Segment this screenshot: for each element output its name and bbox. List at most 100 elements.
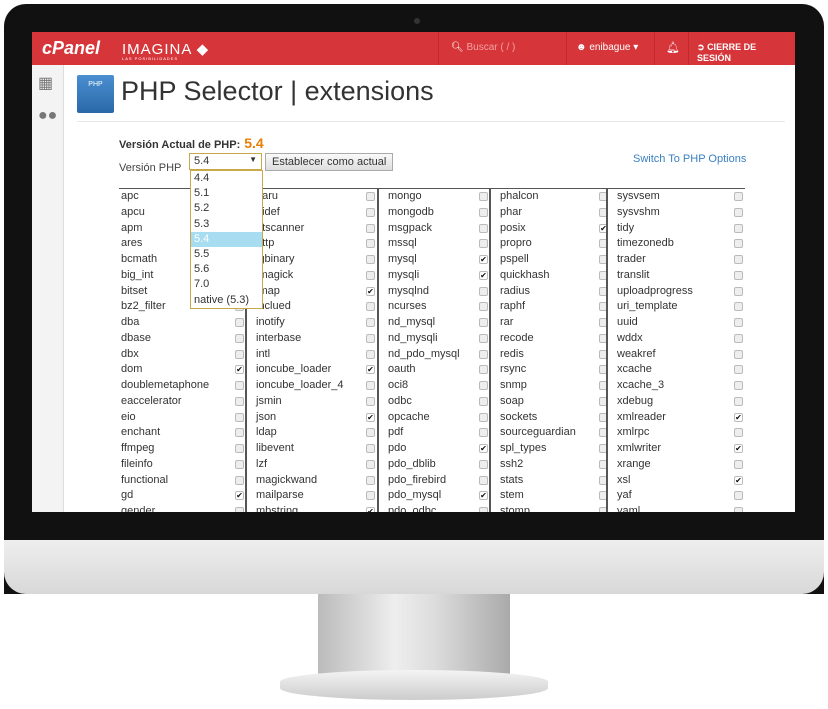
extension-checkbox[interactable] xyxy=(366,444,375,453)
extension-checkbox[interactable] xyxy=(366,396,375,406)
extension-checkbox[interactable] xyxy=(235,444,244,453)
extension-checkbox[interactable] xyxy=(479,207,488,217)
switch-to-php-options-link[interactable]: Switch To PHP Options xyxy=(633,153,746,165)
extension-checkbox[interactable] xyxy=(479,475,488,485)
extension-name: mailparse xyxy=(256,489,304,502)
version-option[interactable]: 4.4 xyxy=(191,171,262,186)
extension-checkbox[interactable] xyxy=(734,349,743,359)
extension-checkbox[interactable] xyxy=(366,255,375,264)
version-option[interactable]: 5.4 xyxy=(191,231,262,247)
extension-checkbox[interactable] xyxy=(479,396,488,406)
extension-checkbox[interactable] xyxy=(734,396,743,406)
notifications-bell-icon[interactable]: 🔔︎ xyxy=(654,32,688,65)
version-option[interactable]: 5.3 xyxy=(191,217,262,232)
extension-checkbox[interactable]: ✔ xyxy=(366,412,375,422)
extension-checkbox[interactable] xyxy=(235,333,244,343)
extension-checkbox[interactable] xyxy=(479,428,488,438)
logout-button[interactable]: ➲ CIERRE DE SESIÓN xyxy=(688,32,795,65)
extension-checkbox[interactable] xyxy=(235,475,244,485)
extension-checkbox[interactable] xyxy=(479,192,488,201)
extension-checkbox[interactable] xyxy=(479,412,488,422)
set-current-button[interactable]: Establecer como actual xyxy=(265,153,394,171)
extension-checkbox[interactable] xyxy=(235,381,244,390)
extension-checkbox[interactable]: ✔ xyxy=(479,491,488,501)
extension-checkbox[interactable]: ✔ xyxy=(235,491,244,501)
extension-checkbox[interactable]: ✔ xyxy=(734,444,743,453)
extension-checkbox[interactable]: ✔ xyxy=(235,365,244,375)
extension-checkbox[interactable] xyxy=(734,239,743,249)
version-option[interactable]: 5.6 xyxy=(191,262,262,277)
extension-checkbox[interactable] xyxy=(479,381,488,390)
extension-checkbox[interactable]: ✔ xyxy=(734,412,743,422)
extension-checkbox[interactable] xyxy=(479,286,488,296)
extension-row: pdo_dblib xyxy=(379,457,489,473)
extension-checkbox[interactable] xyxy=(479,333,488,343)
extension-checkbox[interactable] xyxy=(479,239,488,249)
extension-checkbox[interactable]: ✔ xyxy=(366,365,375,375)
extension-checkbox[interactable] xyxy=(235,428,244,438)
cpanel-logo[interactable]: cPanel xyxy=(42,38,100,59)
version-option[interactable]: 7.0 xyxy=(191,277,262,292)
extension-checkbox[interactable] xyxy=(734,491,743,501)
extension-checkbox[interactable] xyxy=(479,507,488,512)
extension-checkbox[interactable] xyxy=(734,192,743,201)
extension-checkbox[interactable]: ✔ xyxy=(479,444,488,453)
extension-checkbox[interactable] xyxy=(734,459,743,469)
extension-checkbox[interactable] xyxy=(235,318,244,327)
search-input[interactable]: 🔍︎ Buscar ( / ) xyxy=(438,32,566,65)
extension-checkbox[interactable] xyxy=(366,333,375,343)
extension-checkbox[interactable] xyxy=(366,459,375,469)
extension-checkbox[interactable] xyxy=(235,459,244,469)
extension-checkbox[interactable] xyxy=(366,491,375,501)
version-option[interactable]: native (5.3) xyxy=(191,293,262,308)
users-icon[interactable]: ●● xyxy=(38,107,57,125)
extension-checkbox[interactable] xyxy=(479,349,488,359)
extension-checkbox[interactable] xyxy=(734,318,743,327)
extension-name: lzf xyxy=(256,457,267,470)
extension-checkbox[interactable] xyxy=(235,412,244,422)
version-option[interactable]: 5.2 xyxy=(191,201,262,216)
extension-checkbox[interactable] xyxy=(479,223,488,233)
apps-grid-icon[interactable]: ▦ xyxy=(38,73,53,93)
extension-checkbox[interactable] xyxy=(366,223,375,233)
extension-checkbox[interactable] xyxy=(479,365,488,375)
extension-checkbox[interactable]: ✔ xyxy=(366,507,375,512)
php-version-select[interactable]: 5.4 ▼ xyxy=(189,153,262,170)
extension-checkbox[interactable] xyxy=(734,333,743,343)
extension-row: functional xyxy=(119,473,245,489)
extension-checkbox[interactable] xyxy=(734,270,743,280)
extension-checkbox[interactable] xyxy=(734,207,743,217)
extension-checkbox[interactable]: ✔ xyxy=(734,475,743,485)
extension-checkbox[interactable] xyxy=(734,507,743,512)
extension-checkbox[interactable] xyxy=(734,286,743,296)
version-option[interactable]: 5.5 xyxy=(191,247,262,262)
extension-checkbox[interactable] xyxy=(366,192,375,201)
extension-checkbox[interactable] xyxy=(734,302,743,312)
extension-checkbox[interactable] xyxy=(366,475,375,485)
extension-checkbox[interactable] xyxy=(366,270,375,280)
extension-checkbox[interactable] xyxy=(734,255,743,264)
version-dropdown-list[interactable]: 4.4 5.1 5.2 5.3 5.4 5.5 5.6 7.0 native (5.3) xyxy=(190,170,263,309)
extension-checkbox[interactable] xyxy=(366,239,375,249)
extension-checkbox[interactable] xyxy=(235,507,244,512)
version-option[interactable]: 5.1 xyxy=(191,186,262,201)
extension-checkbox[interactable]: ✔ xyxy=(479,255,488,264)
extension-checkbox[interactable]: ✔ xyxy=(366,286,375,296)
extension-checkbox[interactable] xyxy=(235,349,244,359)
extension-checkbox[interactable] xyxy=(479,318,488,327)
user-menu[interactable]: ☻ enibague ▾ xyxy=(566,32,654,65)
extension-checkbox[interactable] xyxy=(366,381,375,390)
extension-checkbox[interactable] xyxy=(366,349,375,359)
extension-checkbox[interactable] xyxy=(734,365,743,375)
extension-checkbox[interactable]: ✔ xyxy=(479,270,488,280)
extension-checkbox[interactable] xyxy=(366,318,375,327)
extension-checkbox[interactable] xyxy=(734,381,743,390)
extension-checkbox[interactable] xyxy=(366,302,375,312)
extension-checkbox[interactable] xyxy=(479,459,488,469)
extension-checkbox[interactable] xyxy=(235,396,244,406)
extension-checkbox[interactable] xyxy=(479,302,488,312)
extension-checkbox[interactable] xyxy=(366,428,375,438)
extension-checkbox[interactable] xyxy=(734,223,743,233)
extension-checkbox[interactable] xyxy=(366,207,375,217)
extension-checkbox[interactable] xyxy=(734,428,743,438)
